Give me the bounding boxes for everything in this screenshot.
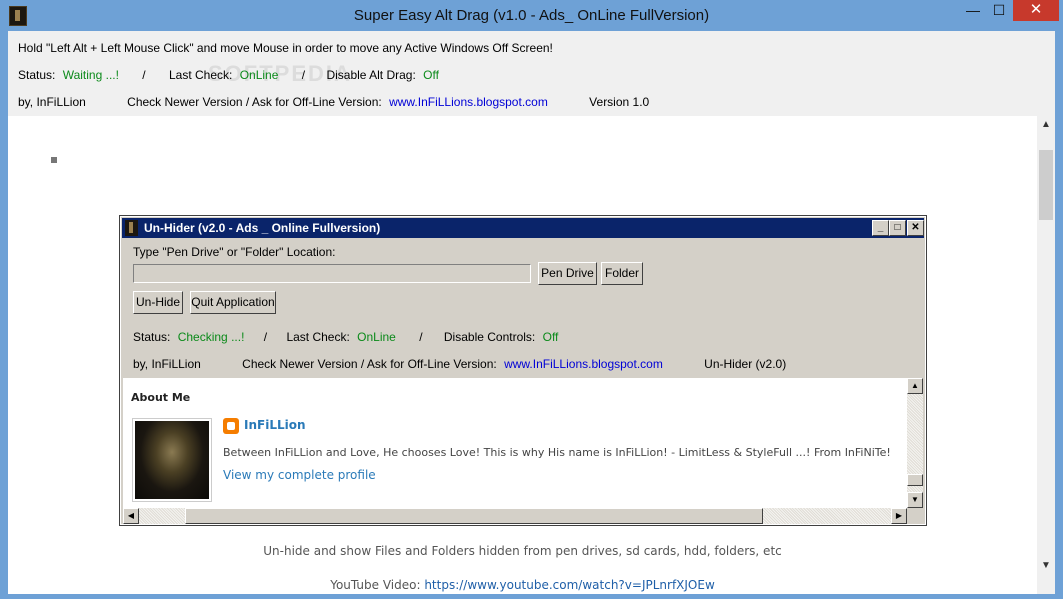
dialog-status-row: Status: Checking ...! / Last Check: OnLi… <box>133 330 558 344</box>
dialog-horizontal-scrollbar[interactable]: ◀ ▶ <box>123 508 907 524</box>
youtube-label: YouTube Video: <box>330 578 421 592</box>
dialog-status-value: Checking ...! <box>177 330 245 344</box>
youtube-link[interactable]: https://www.youtube.com/watch?v=JPLnrfXJ… <box>424 578 714 592</box>
tagline-text: Un-hide and show Files and Folders hidde… <box>263 544 782 558</box>
window-title: Super Easy Alt Drag (v1.0 - Ads_ OnLine … <box>353 7 710 24</box>
disable-alt-drag-label: Disable Alt Drag: <box>326 68 416 82</box>
page-vertical-scrollbar[interactable]: ▲ ▼ <box>1037 116 1055 594</box>
disable-controls-value[interactable]: Off <box>543 330 559 344</box>
quit-application-button[interactable]: Quit Application <box>190 291 276 314</box>
dialog-web-view[interactable]: About Me InFiLLion Between InFiLLion and… <box>123 378 907 508</box>
dialog-last-check-value: OnLine <box>357 330 396 344</box>
unhide-button[interactable]: Un-Hide <box>133 291 183 314</box>
minimize-button[interactable]: — <box>960 0 986 21</box>
dialog-close-button[interactable]: ✕ <box>907 220 924 236</box>
location-input[interactable] <box>133 264 531 283</box>
dialog-scroll-right-arrow-icon[interactable]: ▶ <box>891 508 907 524</box>
status-value: Waiting ...! <box>62 68 119 82</box>
author-text: by, InFiLLion <box>18 95 86 109</box>
dialog-scroll-up-arrow-icon[interactable]: ▲ <box>907 378 923 394</box>
dialog-vscroll-thumb[interactable] <box>907 474 923 486</box>
dialog-check-version-label: Check Newer Version / Ask for Off-Line V… <box>242 357 497 371</box>
pen-drive-button[interactable]: Pen Drive <box>538 262 597 285</box>
about-me-heading: About Me <box>131 391 191 404</box>
profile-description: Between InFiLLion and Love, He chooses L… <box>223 446 891 459</box>
dialog-vertical-scrollbar[interactable]: ▲ ▼ <box>907 378 923 508</box>
profile-avatar[interactable] <box>132 418 212 502</box>
blog-link[interactable]: www.InFiLLions.blogspot.com <box>389 95 548 109</box>
last-check-value: OnLine <box>239 68 279 82</box>
location-label: Type "Pen Drive" or "Folder" Location: <box>133 245 336 259</box>
profile-name-link[interactable]: InFiLLion <box>244 418 306 432</box>
check-version-label: Check Newer Version / Ask for Off-Line V… <box>127 95 382 109</box>
dialog-titlebar[interactable]: Un-Hider (v2.0 - Ads _ Online Fullversio… <box>122 218 924 238</box>
dialog-scroll-down-arrow-icon[interactable]: ▼ <box>907 492 923 508</box>
version-text: Version 1.0 <box>589 95 650 109</box>
youtube-row: YouTube Video: https://www.youtube.com/w… <box>8 578 1037 592</box>
dialog-last-check-label: Last Check: <box>286 330 350 344</box>
dialog-maximize-button[interactable]: □ <box>889 220 906 236</box>
unhider-dialog[interactable]: Un-Hider (v2.0 - Ads _ Online Fullversio… <box>119 215 927 526</box>
scroll-thumb[interactable] <box>1039 150 1053 220</box>
dialog-title: Un-Hider (v2.0 - Ads _ Online Fullversio… <box>144 221 381 235</box>
close-button[interactable]: ✕ <box>1013 0 1059 21</box>
separator: / <box>419 330 423 344</box>
dialog-version-text: Un-Hider (v2.0) <box>704 357 787 371</box>
folder-button[interactable]: Folder <box>601 262 643 285</box>
blogger-icon <box>223 418 239 434</box>
view-profile-link[interactable]: View my complete profile <box>223 468 376 482</box>
window-titlebar[interactable]: Super Easy Alt Drag (v1.0 - Ads_ OnLine … <box>0 0 1063 31</box>
dialog-author-text: by, InFiLLion <box>133 357 201 371</box>
dialog-app-icon[interactable] <box>125 220 138 236</box>
bullet-icon <box>51 157 57 163</box>
dialog-blog-link[interactable]: www.InFiLLions.blogspot.com <box>504 357 663 371</box>
disable-alt-drag-value[interactable]: Off <box>423 68 439 82</box>
status-label: Status: <box>18 68 56 82</box>
instructions-text: Hold "Left Alt + Left Mouse Click" and m… <box>18 41 553 55</box>
dialog-info-row: by, InFiLLion Check Newer Version / Ask … <box>133 357 786 371</box>
dialog-status-label: Status: <box>133 330 171 344</box>
info-row: by, InFiLLion Check Newer Version / Ask … <box>18 95 649 109</box>
disable-controls-label: Disable Controls: <box>443 330 536 344</box>
separator: / <box>301 68 306 82</box>
scroll-up-arrow-icon[interactable]: ▲ <box>1037 116 1055 134</box>
scroll-down-arrow-icon[interactable]: ▼ <box>1037 557 1055 575</box>
separator: / <box>142 68 146 82</box>
separator: / <box>263 330 268 344</box>
last-check-label: Last Check: <box>168 68 233 82</box>
dialog-scroll-left-arrow-icon[interactable]: ◀ <box>123 508 139 524</box>
dialog-hscroll-thumb[interactable] <box>185 508 763 524</box>
maximize-button[interactable]: ☐ <box>986 0 1012 21</box>
status-row: Status: Waiting ...! / Last Check: OnLin… <box>18 68 439 82</box>
dialog-minimize-button[interactable]: _ <box>872 220 889 236</box>
